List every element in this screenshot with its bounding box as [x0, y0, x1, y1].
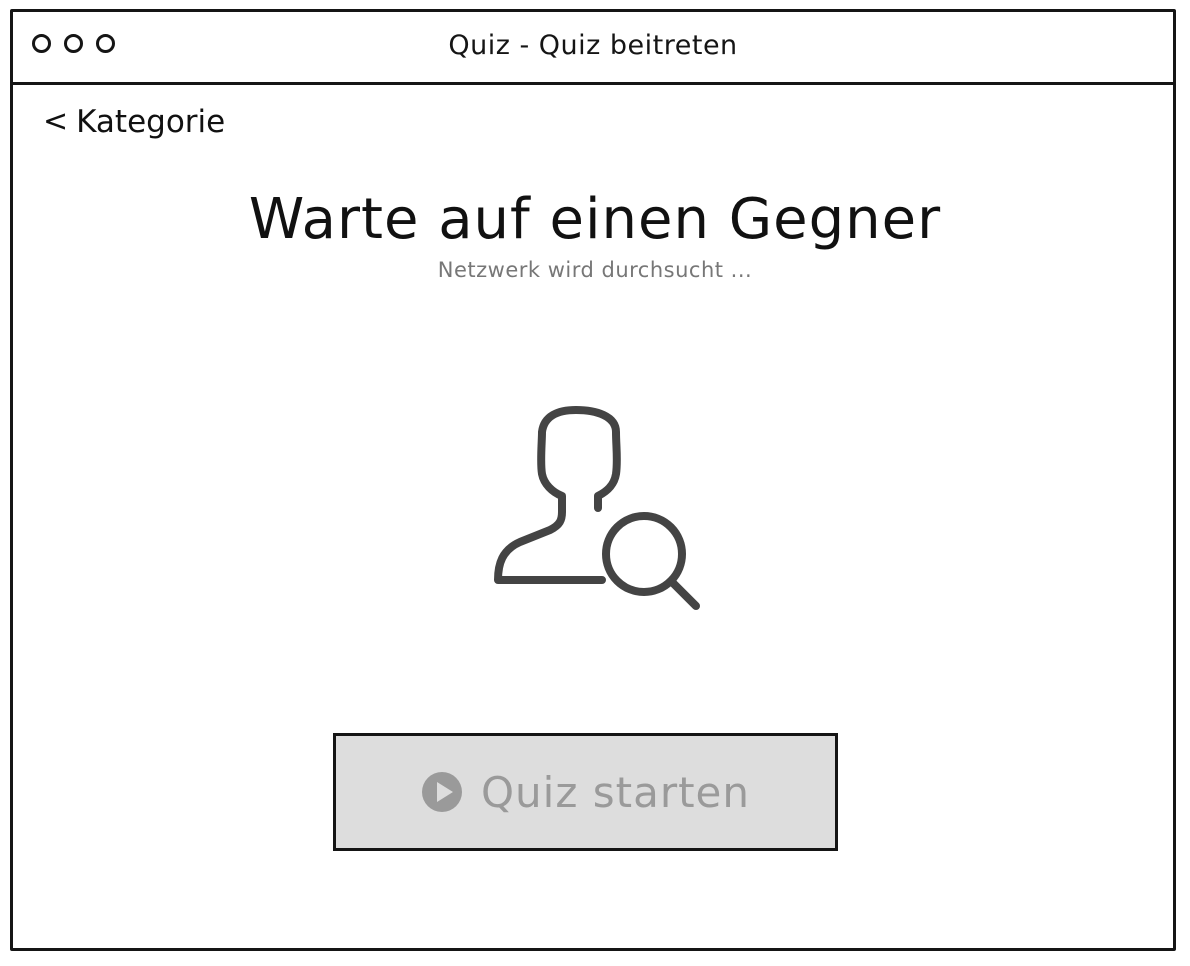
status-text: Netzwerk wird durchsucht ...	[437, 258, 753, 282]
title-bar: Quiz - Quiz beitreten	[13, 12, 1173, 85]
window-title: Quiz - Quiz beitreten	[448, 30, 738, 61]
start-quiz-label: Quiz starten	[480, 767, 751, 817]
play-circle-icon	[421, 772, 462, 812]
page-title: Warte auf einen Gegner	[248, 187, 942, 252]
back-link-label: Kategorie	[76, 104, 226, 140]
user-search-icon	[494, 406, 700, 610]
chevron-left-icon: <	[43, 104, 69, 139]
start-quiz-button[interactable]: Quiz starten	[333, 733, 838, 851]
back-link-kategorie[interactable]: < Kategorie	[43, 104, 225, 140]
